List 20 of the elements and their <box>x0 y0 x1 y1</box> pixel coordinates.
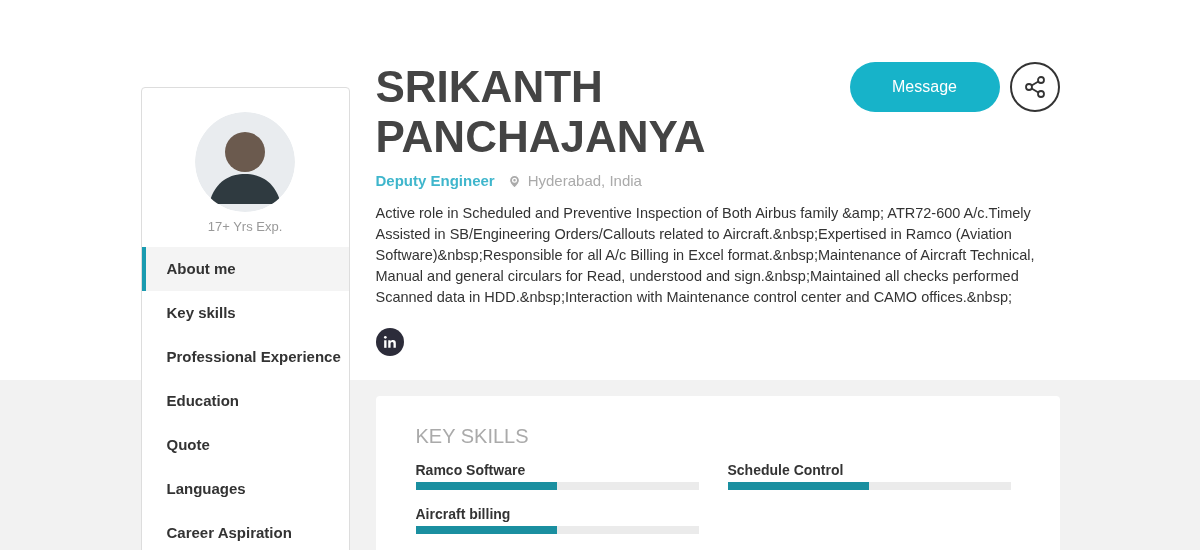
skill-name: Ramco Software <box>415 461 527 479</box>
sidebar-item[interactable]: Quote <box>141 423 349 467</box>
key-skills-heading: KEY SKILLS <box>415 423 530 448</box>
sidebar-item[interactable]: About me <box>141 247 349 291</box>
sidebar-item[interactable]: Education <box>141 379 349 423</box>
profile-name: SRIKANTH PANCHAJANYA <box>375 62 707 162</box>
linkedin-icon[interactable] <box>375 327 404 356</box>
skill-name: Aircraft billing <box>415 505 512 523</box>
sidebar-item[interactable]: Languages <box>141 467 349 511</box>
skill-name: Schedule Control <box>727 461 845 479</box>
profile-summary: Active role in Scheduled and Preventive Inspection of Both Airbus family &amp; ATR72-600 A/c.Timely Assisted in SB/Engineering Orders/Callouts related to Aircraft.&nbsp;Expertised in Ramco (Aviation Software)&nbsp;Responsible for all A/c Billing in Excel format.&nbsp;Maintenance of Aircraft Technical, Manual and general circulars for Read, understood and sign.&nbsp;Maintained all checks performed Scanned data in HDD.&nbsp;Interaction with Maintenance control center and CAMO offices.&nbsp; <box>375 203 1036 307</box>
share-button[interactable] <box>1009 62 1060 112</box>
sidebar-item[interactable]: Professional Experience <box>141 335 349 379</box>
location-text: Hyderabad, India <box>527 171 642 191</box>
job-title: Deputy Engineer <box>375 171 495 191</box>
sidebar-item[interactable]: Key skills <box>141 291 349 335</box>
share-icon <box>1022 75 1047 99</box>
avatar-icon <box>195 112 295 212</box>
experience-text: 17+ Yrs Exp. <box>207 219 283 235</box>
sidebar-item[interactable]: Career Aspiration <box>141 511 349 550</box>
